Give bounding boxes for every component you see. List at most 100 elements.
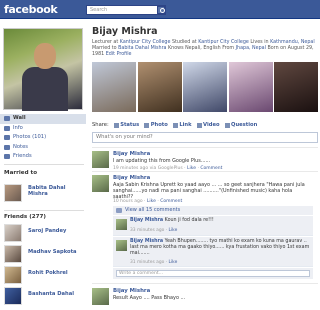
info-text: From: [222, 46, 235, 51]
divider: [92, 171, 318, 172]
post-text: Result Aayo .... Pass Bhayo ...: [113, 295, 186, 301]
status-icon: [113, 122, 119, 128]
info-link[interactable]: Kantipur City College: [198, 40, 249, 45]
info-link[interactable]: Babita Dahal Mishra: [118, 46, 166, 51]
strip-photo[interactable]: [228, 62, 273, 112]
info-link[interactable]: Jhapa, Nepal: [236, 46, 266, 51]
share-question-button[interactable]: Question: [224, 122, 258, 128]
share-status-button[interactable]: Status: [113, 122, 140, 128]
post-author-avatar[interactable]: [92, 288, 109, 305]
like-link[interactable]: Like: [147, 199, 156, 204]
view-all-comments[interactable]: View all 15 comments: [113, 206, 313, 215]
spouse-name[interactable]: Babita Dahal Mishra: [28, 185, 84, 197]
profile-picture[interactable]: [3, 28, 83, 111]
comment-author[interactable]: Bijay Mishra: [130, 218, 163, 223]
status-input[interactable]: What's on your mind?: [92, 132, 318, 143]
nav-notes-label: Notes: [13, 143, 28, 150]
share-bar: Share: Status Photo Link Video Question: [92, 120, 318, 130]
nav-wall-label: Wall: [13, 115, 26, 121]
nav-friends-label: Friends: [13, 153, 32, 159]
comment-body: Bijay Mishra Yeah Bhupen........ tyo mat…: [130, 239, 310, 257]
wall-post: Bijay Mishra Aaja Sabin Krishna Uprett k…: [92, 175, 318, 305]
share-photo-label: Photo: [150, 122, 168, 128]
nav-notes[interactable]: Notes: [0, 143, 86, 153]
nav-info[interactable]: Info: [0, 124, 86, 134]
friend-avatar[interactable]: [4, 266, 22, 284]
share-photo-button[interactable]: Photo: [144, 122, 168, 128]
wall-post: Bijay Mishra I am updating this from Goo…: [92, 151, 318, 177]
info-text: Married to: [92, 46, 117, 51]
search-icon[interactable]: [157, 6, 165, 14]
friends-icon: [4, 154, 10, 159]
info-text[interactable]: Nepal: [301, 40, 315, 45]
info-link[interactable]: Kantipur City College: [120, 40, 171, 45]
strip-photo[interactable]: [92, 62, 136, 112]
comment-time: 33 minutes ago: [130, 228, 165, 233]
comment-box: Write a comment...: [113, 268, 313, 279]
question-icon: [224, 122, 230, 128]
spouse-card[interactable]: Babita Dahal Mishra: [4, 184, 84, 206]
share-link-button[interactable]: Link: [172, 122, 192, 128]
share-question-label: Question: [231, 122, 258, 128]
info-text: Studied at: [171, 40, 197, 45]
post-author-avatar[interactable]: [92, 151, 109, 168]
friend-avatar[interactable]: [4, 245, 22, 263]
friend-avatar[interactable]: [4, 287, 22, 305]
photo-strip: [92, 62, 318, 112]
friend-avatar[interactable]: [4, 224, 22, 242]
friend-name[interactable]: Bashanta Dahal: [28, 291, 74, 297]
post-author[interactable]: Bijay Mishra: [113, 151, 150, 157]
wall-post: Bijay Mishra Result Aayo .... Pass Bhayo…: [92, 288, 318, 310]
info-text: Lecturer at: [92, 40, 119, 45]
comment-meta: 31 minutes ago · Like: [130, 260, 178, 265]
friend-name[interactable]: Madhav Sapkota: [28, 249, 77, 255]
profile-info: Lecturer at Kantipur City College Studie…: [92, 40, 318, 58]
photo-icon: [144, 122, 150, 128]
info-link[interactable]: Kathmandu,: [270, 40, 299, 45]
comment: Bijay Mishra Yeah Bhupen........ tyo mat…: [113, 237, 313, 267]
notes-icon: [4, 144, 10, 150]
share-status-label: Status: [120, 122, 140, 128]
comment-like-link[interactable]: Like: [169, 228, 178, 233]
divider: [92, 147, 318, 148]
friend-name[interactable]: Rohit Pokhrel: [28, 270, 68, 276]
comment-like-link[interactable]: Like: [169, 260, 178, 265]
video-icon: [196, 122, 202, 128]
left-column: Wall Info Photos (101) Notes Friends Mar…: [0, 20, 86, 310]
comment-input[interactable]: Write a comment...: [116, 270, 310, 277]
post-author[interactable]: Bijay Mishra: [113, 175, 150, 181]
friends-title[interactable]: Friends (277): [4, 214, 46, 220]
info-icon: [4, 125, 10, 131]
link-icon: [172, 122, 178, 128]
strip-photo[interactable]: [274, 62, 318, 112]
comment-author[interactable]: Bijay Mishra: [130, 239, 163, 244]
post-text: I am updating this from Google Plus.....…: [113, 158, 211, 164]
post-author[interactable]: Bijay Mishra: [113, 288, 150, 294]
edit-profile-link[interactable]: Edit Profile: [106, 52, 132, 57]
strip-photo[interactable]: [137, 62, 182, 112]
share-video-button[interactable]: Video: [196, 122, 220, 128]
spouse-avatar[interactable]: [4, 184, 22, 202]
post-author-avatar[interactable]: [92, 175, 109, 192]
share-label: Share:: [92, 122, 109, 128]
friend-name[interactable]: Saroj Pandey: [28, 228, 66, 234]
post-meta: 10 hours ago · Like · Comment: [113, 199, 183, 204]
profile-picture-body: [22, 67, 68, 111]
married-title: Married to: [4, 170, 38, 176]
comment-avatar[interactable]: [116, 240, 127, 251]
divider: [92, 283, 318, 284]
strip-photo[interactable]: [183, 62, 227, 112]
info-text: Born on: [267, 46, 287, 51]
search-input[interactable]: Search: [86, 5, 166, 15]
nav-friends[interactable]: Friends: [0, 152, 86, 162]
nav-wall[interactable]: Wall: [0, 114, 86, 124]
nav-photos[interactable]: Photos (101): [0, 133, 86, 143]
info-text: Knows Nepali, English: [168, 46, 221, 51]
info-text: Lives in: [250, 40, 269, 45]
comment-avatar[interactable]: [116, 219, 127, 230]
share-link-label: Link: [179, 122, 192, 128]
post-text: Aaja Sabin Krishna Uprett ko yaad aayo .…: [113, 182, 305, 200]
comment-link[interactable]: Comment: [160, 199, 182, 204]
facebook-logo[interactable]: facebook: [4, 3, 58, 16]
comment-time: 31 minutes ago: [130, 260, 165, 265]
